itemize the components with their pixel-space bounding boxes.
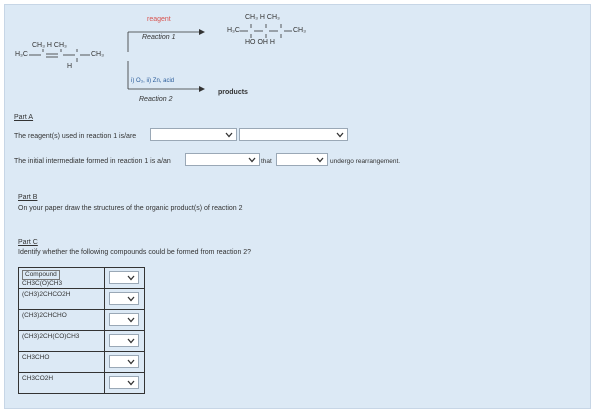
- answer-cell: [104, 372, 145, 394]
- answer-cell: [104, 309, 145, 331]
- reaction2-arrowhead: [199, 86, 205, 92]
- compound-name: CH3C(O)CH3: [22, 280, 63, 287]
- chevron-down-icon: [248, 157, 256, 163]
- part-b-instructions: On your paper draw the structures of the…: [18, 205, 243, 212]
- intermediate-select[interactable]: [185, 153, 260, 166]
- compound-name: CH3CO2H: [22, 375, 54, 382]
- chevron-down-icon: [127, 296, 135, 302]
- product-bottom-groups: HO OH H: [245, 39, 275, 46]
- part-a-rearrangement-text: undergo rearrangement.: [330, 158, 401, 165]
- table-row: CH3CO2H: [18, 372, 145, 394]
- question-panel: CH₃ H CH₃ H₃C CH₃ H reagent Reaction 1 i…: [4, 4, 591, 409]
- compound-answer-select[interactable]: [109, 376, 139, 389]
- compound-cell: (CH3)2CHCO2H: [18, 288, 105, 310]
- product-top-groups: CH₃ H CH₃: [245, 14, 280, 21]
- compound-name: (CH3)2CH(CO)CH3: [22, 333, 80, 340]
- compound-cell: Compound CH3C(O)CH3: [18, 267, 105, 289]
- answer-cell: [104, 330, 145, 352]
- chevron-down-icon: [127, 338, 135, 344]
- reaction1-label: Reaction 1: [142, 34, 176, 41]
- compound-cell: (CH3)2CH(CO)CH3: [18, 330, 105, 352]
- chevron-down-icon: [127, 359, 135, 365]
- part-b-heading: Part B: [18, 194, 38, 201]
- product-right-group: CH₃: [293, 27, 306, 34]
- compound-answer-select[interactable]: [109, 313, 139, 326]
- answer-cell: [104, 351, 145, 373]
- reaction-scheme: CH₃ H CH₃ H₃C CH₃ H reagent Reaction 1 i…: [5, 5, 592, 117]
- rearrangement-select[interactable]: [276, 153, 328, 166]
- chevron-down-icon: [127, 275, 135, 281]
- part-c-heading: Part C: [18, 239, 38, 246]
- table-row: CH3CHO: [18, 351, 145, 373]
- compound-answer-select[interactable]: [109, 355, 139, 368]
- scheme-graphics: [29, 24, 292, 92]
- products-label: products: [218, 89, 248, 96]
- reagent-label: reagent: [147, 16, 171, 23]
- chevron-down-icon: [336, 132, 344, 138]
- reagent-select-2[interactable]: [239, 128, 348, 141]
- part-c-instructions: Identify whether the following compounds…: [18, 249, 252, 256]
- part-a-question-2: The initial intermediate formed in react…: [14, 158, 171, 165]
- reaction2-label: Reaction 2: [139, 96, 173, 103]
- compound-name: (CH3)2CHCHO: [22, 312, 67, 319]
- compound-answer-select[interactable]: [109, 292, 139, 305]
- compound-cell: CH3CHO: [18, 351, 105, 373]
- answer-cell: [104, 288, 145, 310]
- table-row: Compound CH3C(O)CH3: [18, 267, 145, 289]
- chevron-down-icon: [127, 317, 135, 323]
- compound-name: (CH3)2CHCO2H: [22, 291, 71, 298]
- table-row: (CH3)2CHCO2H: [18, 288, 145, 310]
- chevron-down-icon: [127, 380, 135, 386]
- product-left-group: H₃C: [227, 27, 240, 34]
- compound-cell: CH3CO2H: [18, 372, 105, 394]
- compound-name: CH3CHO: [22, 354, 50, 361]
- compound-answer-select[interactable]: [109, 271, 139, 284]
- table-row: (CH3)2CH(CO)CH3: [18, 330, 145, 352]
- part-a-that-text: that: [261, 158, 272, 165]
- compound-header: Compound: [22, 270, 60, 280]
- reagent-select-1[interactable]: [150, 128, 237, 141]
- compound-answer-select[interactable]: [109, 334, 139, 347]
- part-a-question-1: The reagent(s) used in reaction 1 is/are: [14, 133, 137, 140]
- compound-cell: (CH3)2CHCHO: [18, 309, 105, 331]
- part-a-heading: Part A: [14, 114, 34, 121]
- chevron-down-icon: [225, 132, 233, 138]
- answer-cell: [104, 267, 145, 289]
- compound-table: Compound CH3C(O)CH3 (CH3)2CHCO2H (CH3)2CHCH…: [18, 267, 145, 394]
- reaction2-conditions: i) O₃, ii) Zn, acid: [131, 78, 175, 84]
- reaction1-arrowhead: [199, 29, 205, 35]
- table-row: (CH3)2CHCHO: [18, 309, 145, 331]
- chevron-down-icon: [316, 157, 324, 163]
